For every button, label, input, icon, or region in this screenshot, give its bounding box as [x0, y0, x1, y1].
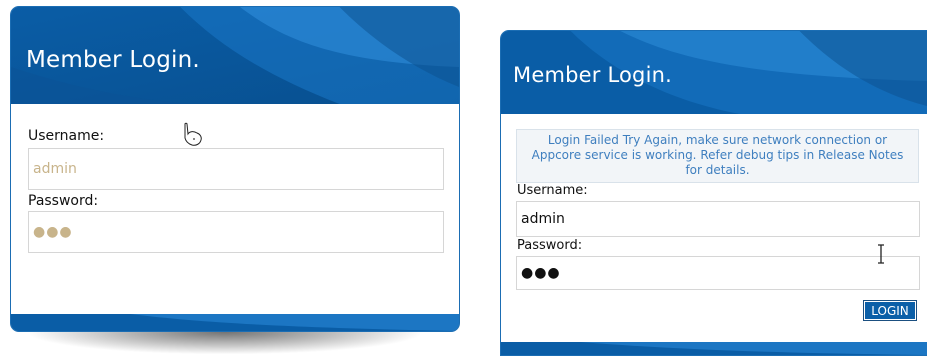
- login-header: Member Login.: [501, 31, 927, 114]
- username-label: Username:: [517, 183, 588, 198]
- footer-swoosh: [11, 314, 459, 331]
- password-value: ●●●: [521, 265, 561, 281]
- login-panel-right: Member Login. Login Failed Try Again, ma…: [500, 30, 927, 356]
- login-panel-left: Member Login. Username: admin Password: …: [10, 6, 460, 332]
- username-value: admin: [33, 161, 77, 177]
- login-footer: [11, 314, 459, 331]
- page-title: Member Login.: [513, 63, 672, 87]
- username-input[interactable]: admin: [516, 201, 920, 237]
- password-label: Password:: [28, 193, 99, 209]
- login-header: Member Login.: [11, 7, 459, 104]
- text-cursor-icon: [878, 244, 884, 264]
- password-value: ●●●: [33, 224, 73, 240]
- username-label: Username:: [28, 128, 105, 144]
- login-button[interactable]: LOGIN: [863, 300, 917, 321]
- password-input[interactable]: ●●●: [516, 256, 920, 290]
- login-footer: [501, 342, 927, 355]
- password-label: Password:: [517, 238, 583, 253]
- footer-swoosh: [501, 342, 927, 355]
- error-message: Login Failed Try Again, make sure networ…: [516, 129, 919, 183]
- page-title: Member Login.: [26, 47, 200, 73]
- password-input[interactable]: ●●●: [28, 211, 444, 253]
- username-value: admin: [521, 211, 565, 227]
- username-input[interactable]: admin: [28, 148, 444, 190]
- hand-pointer-icon: [184, 122, 202, 146]
- panel-shadow: [30, 332, 420, 354]
